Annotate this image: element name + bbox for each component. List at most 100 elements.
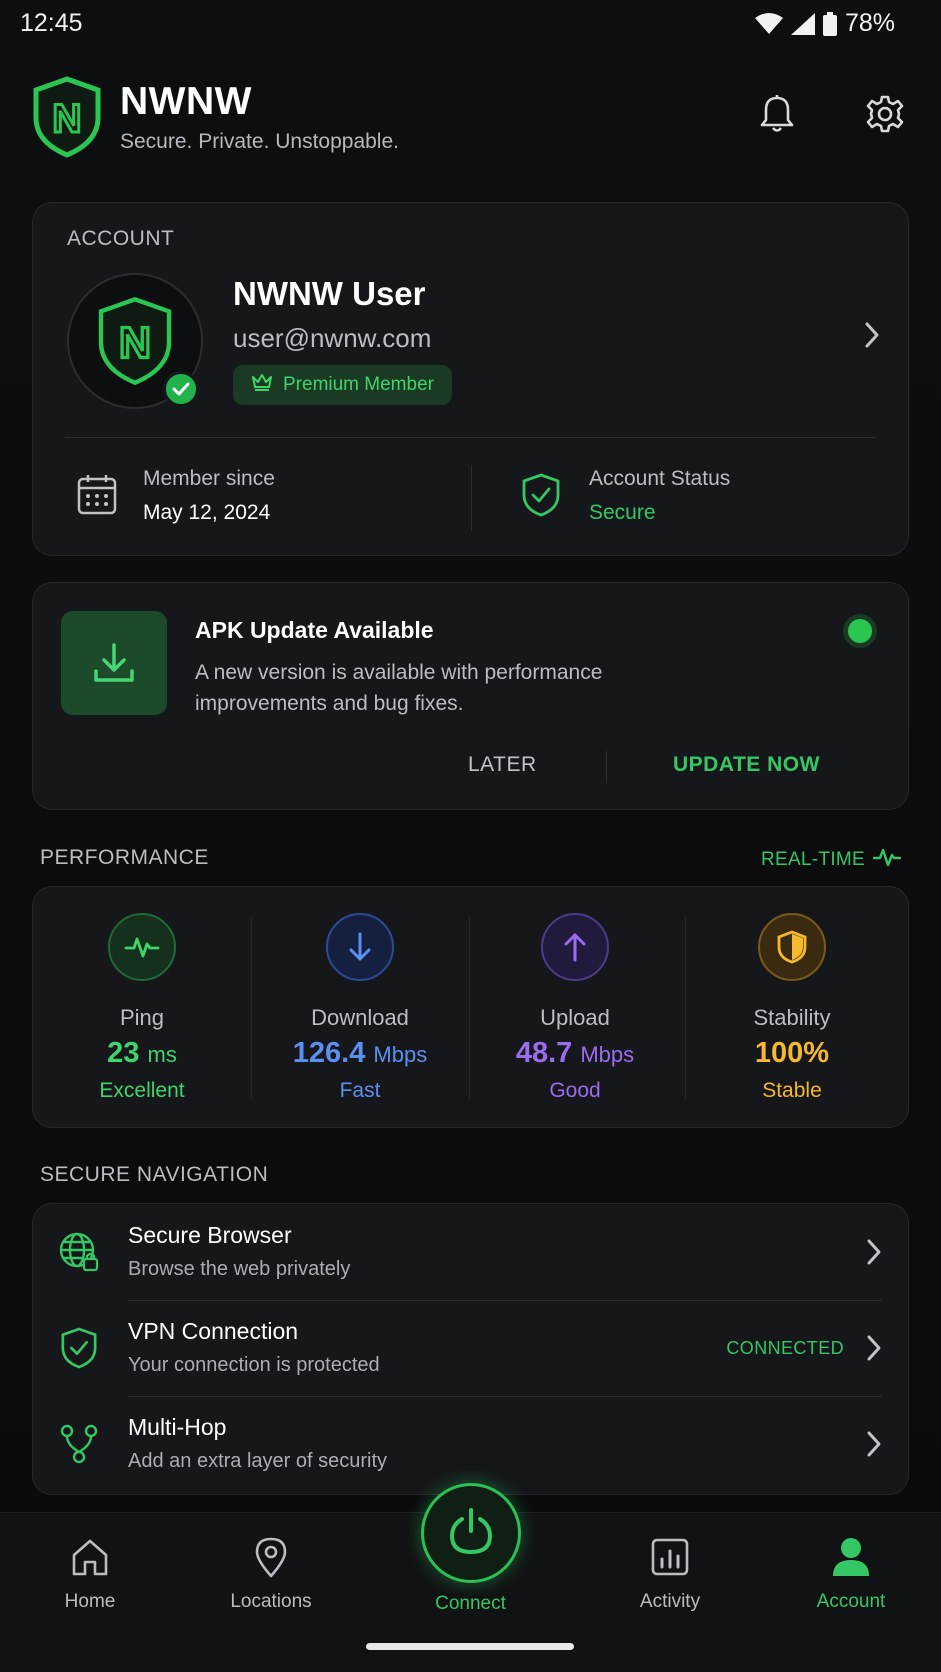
shield-check-icon: [521, 473, 561, 522]
secure-navigation-card: Secure Browser Browse the web privately …: [32, 1203, 909, 1495]
metric-value: 126.4 Mbps: [292, 1037, 428, 1069]
metric-value: 48.7 Mbps: [515, 1037, 635, 1069]
wifi-icon: [754, 12, 783, 35]
metric-quality: Fast: [339, 1079, 381, 1102]
notifications-button[interactable]: [753, 92, 801, 140]
performance-section-label: PERFORMANCE: [40, 846, 209, 869]
update-description: A new version is available with performa…: [195, 661, 603, 715]
user-icon: [781, 1533, 921, 1581]
home-indicator[interactable]: [366, 1643, 574, 1650]
multi-hop-icon: [57, 1422, 101, 1466]
update-indicator-dot: [848, 619, 872, 643]
account-divider: [65, 437, 876, 438]
premium-badge: Premium Member: [233, 365, 452, 405]
pulse-icon: [108, 913, 176, 981]
connect-label: Connect: [435, 1593, 506, 1614]
metric-download: Download 126.4 Mbps Fast: [251, 887, 469, 1127]
account-stat-divider: [471, 465, 472, 531]
settings-button[interactable]: [861, 92, 909, 140]
update-title: APK Update Available: [195, 617, 434, 643]
nav-item-multi-hop[interactable]: Multi-Hop Add an extra layer of security: [33, 1396, 908, 1492]
gear-icon: [865, 94, 905, 139]
connect-button[interactable]: [421, 1483, 521, 1583]
account-section-label: ACCOUNT: [67, 227, 175, 250]
tab-label: Locations: [230, 1591, 312, 1612]
metric-name: Download: [311, 1005, 409, 1030]
arrow-down-icon: [326, 913, 394, 981]
metric-name: Upload: [540, 1005, 610, 1030]
tab-account[interactable]: Account: [781, 1533, 921, 1613]
status-bar: 12:45 78%: [0, 0, 941, 48]
member-since-label: Member since: [143, 467, 275, 490]
metric-value: 23 ms: [107, 1037, 177, 1069]
bell-icon: [758, 94, 796, 139]
logo: N: [32, 76, 102, 158]
tab-activity[interactable]: Activity: [600, 1533, 740, 1613]
performance-card: Ping 23 ms Excellent Download 126.4 Mbps…: [32, 886, 909, 1128]
premium-badge-label: Premium Member: [283, 374, 434, 395]
metric-ping: Ping 23 ms Excellent: [33, 887, 251, 1127]
nav-item-title: VPN Connection: [128, 1318, 299, 1344]
chevron-right-icon: [866, 1430, 882, 1463]
metric-stability: Stability 100% Stable: [683, 887, 901, 1127]
verified-check-icon: [163, 371, 199, 407]
location-pin-icon: [201, 1533, 341, 1581]
metric-value: 100%: [754, 1037, 830, 1069]
svg-text:N: N: [119, 318, 151, 367]
metric-quality: Excellent: [99, 1079, 185, 1102]
nav-item-title: Secure Browser: [128, 1222, 292, 1248]
metric-quality: Stable: [762, 1079, 822, 1102]
nav-item-subtitle: Your connection is protected: [128, 1354, 380, 1376]
power-icon: [448, 1507, 494, 1560]
crown-icon: [251, 373, 273, 397]
battery-percent: 78%: [844, 9, 895, 37]
member-since-value: May 12, 2024: [143, 501, 271, 524]
globe-lock-icon: [57, 1230, 101, 1274]
nav-item-subtitle: Browse the web privately: [128, 1258, 351, 1280]
nav-item-vpn-connection[interactable]: VPN Connection Your connection is protec…: [33, 1300, 908, 1396]
nav-item-secure-browser[interactable]: Secure Browser Browse the web privately: [33, 1204, 908, 1300]
download-icon: [61, 611, 167, 715]
signal-icon: [790, 12, 815, 35]
secure-navigation-section-label: SECURE NAVIGATION: [40, 1163, 269, 1186]
account-status-label: Account Status: [589, 467, 731, 490]
app-title: NWNW: [120, 80, 252, 123]
account-card[interactable]: ACCOUNT N NWNW User user@nwnw.com Premiu…: [32, 202, 909, 556]
tab-home[interactable]: Home: [20, 1533, 160, 1613]
shield-check-icon: [57, 1326, 101, 1370]
nav-item-subtitle: Add an extra layer of security: [128, 1450, 388, 1472]
nav-item-title: Multi-Hop: [128, 1414, 227, 1440]
realtime-label: REAL-TIME: [760, 849, 865, 870]
vpn-status-label: CONNECTED: [726, 1338, 844, 1358]
tab-label: Activity: [639, 1591, 701, 1612]
status-icons: 78%: [754, 9, 895, 38]
metric-quality: Good: [549, 1079, 601, 1102]
bar-chart-icon: [600, 1533, 740, 1581]
update-card: APK Update Available A new version is av…: [32, 582, 909, 810]
shield-half-icon: [758, 913, 826, 981]
app-screen: 12:45 78% N NWNW Secure. Private. Unstop…: [0, 0, 941, 1672]
update-now-button[interactable]: UPDATE NOW: [673, 753, 820, 777]
metric-upload: Upload 48.7 Mbps Good: [466, 887, 684, 1127]
update-actions-divider: [606, 751, 607, 783]
chevron-right-icon: [866, 1238, 882, 1271]
tab-label: Account: [816, 1591, 886, 1612]
later-button[interactable]: LATER: [468, 753, 537, 777]
battery-icon: [822, 11, 837, 36]
pulse-icon: [872, 846, 902, 874]
logo-letter: N: [53, 97, 82, 141]
calendar-icon: [77, 473, 117, 520]
tab-locations[interactable]: Locations: [201, 1533, 341, 1613]
chevron-right-icon: [866, 1334, 882, 1367]
metric-name: Ping: [119, 1005, 165, 1030]
tab-label: Home: [64, 1591, 116, 1612]
home-icon: [20, 1533, 160, 1581]
account-status-value: Secure: [589, 501, 656, 524]
user-name: NWNW User: [233, 275, 426, 312]
app-header: N NWNW Secure. Private. Unstoppable.: [32, 72, 909, 162]
arrow-up-icon: [541, 913, 609, 981]
chevron-right-icon[interactable]: [864, 321, 880, 354]
status-time: 12:45: [20, 9, 83, 37]
realtime-indicator: REAL-TIME: [760, 846, 902, 874]
avatar-shield-icon: N: [98, 296, 172, 386]
